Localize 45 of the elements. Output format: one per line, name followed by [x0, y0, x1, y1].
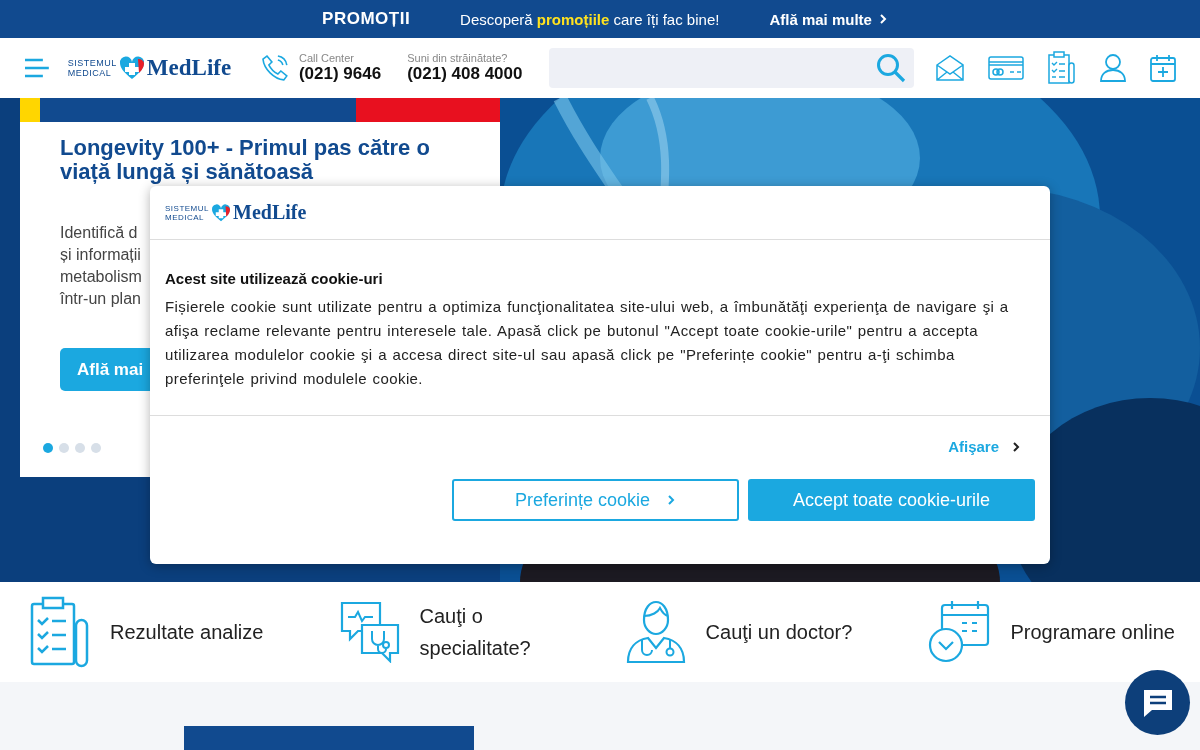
hero-title: Longevity 100+ - Primul pas către o viață lungă și sănătoasă — [60, 136, 431, 184]
chevron-right-icon — [1011, 439, 1021, 454]
chat-stethoscope-icon[interactable] — [339, 601, 400, 663]
hero-description-line: Identifică d — [60, 223, 138, 243]
card-icon[interactable] — [988, 56, 1024, 80]
calendar-clock-icon[interactable] — [928, 599, 991, 665]
menu-icon[interactable] — [24, 58, 50, 78]
shortcut-link[interactable]: Cauţi o specialitate? — [419, 600, 550, 664]
hero-description-line: metabolism — [60, 267, 142, 287]
logo-tagline: SISTEMUL MEDICAL — [165, 203, 209, 222]
logo[interactable]: SISTEMUL MEDICAL MedLife — [67, 55, 232, 81]
heart-icon — [118, 56, 145, 80]
phone-number[interactable]: (021) 9646 — [298, 64, 382, 84]
search-icon[interactable] — [876, 53, 906, 83]
shortcut-link[interactable]: Rezultate analize — [110, 616, 264, 648]
promo-link[interactable]: Află mai multe — [769, 10, 888, 28]
chat-icon — [1141, 687, 1174, 718]
logo-tagline: SISTEMUL MEDICAL — [67, 58, 117, 78]
chevron-right-icon — [666, 493, 677, 507]
phone-number[interactable]: (021) 408 4000 — [407, 64, 523, 84]
carousel-dot[interactable] — [75, 443, 85, 453]
carousel-dot[interactable] — [43, 443, 53, 453]
promo-title: PROMOȚII — [322, 9, 411, 29]
shortcut-link[interactable]: Programare online — [1010, 616, 1175, 648]
logo-name: MedLife — [146, 55, 232, 81]
contact-label: Call Center — [298, 52, 355, 64]
promo-text: Descoperă promoțiile care îți fac bine! — [460, 10, 720, 28]
search-field[interactable] — [548, 48, 914, 88]
shortcut-link[interactable]: Cauţi un doctor? — [705, 616, 853, 648]
user-icon[interactable] — [1100, 54, 1126, 82]
chevron-right-icon — [877, 13, 888, 25]
heart-icon — [211, 203, 231, 222]
carousel-dot[interactable] — [91, 443, 101, 453]
envelope-icon[interactable] — [936, 55, 964, 81]
clipboard-icon[interactable] — [30, 596, 90, 668]
logo-name: MedLife — [233, 201, 307, 224]
clipboard-icon[interactable] — [1048, 51, 1076, 85]
dialog-heading: Acest site utilizează cookie-uri — [165, 270, 384, 287]
phone-icon — [261, 54, 289, 82]
hero-description-line: și informații — [60, 245, 141, 265]
carousel-dot[interactable] — [59, 443, 69, 453]
contact-label: Suni din străinătate? — [407, 52, 509, 64]
doctor-icon[interactable] — [625, 600, 686, 664]
calendar-add-icon[interactable] — [1150, 54, 1176, 82]
hero-description-line: într-un plan — [60, 289, 141, 309]
